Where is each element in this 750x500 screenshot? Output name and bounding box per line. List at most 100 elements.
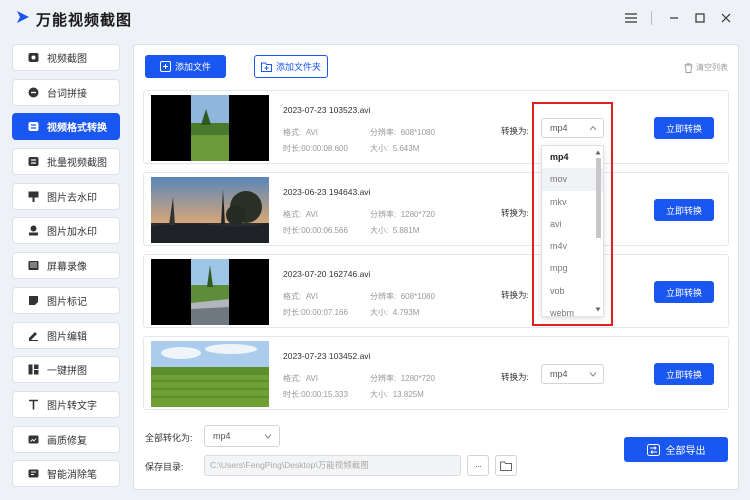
eraser-icon (27, 468, 39, 480)
sidebar-item-label: 批量视频截图 (47, 158, 107, 170)
convert-icon (27, 121, 39, 133)
ocr-icon (27, 398, 39, 410)
window-controls (617, 9, 738, 27)
sidebar-item-label: 屏幕录像 (47, 262, 87, 274)
sidebar-item-collage[interactable]: 一键拼图 (12, 356, 120, 384)
export-all-button[interactable]: 全部导出 (624, 437, 728, 462)
export-icon (646, 443, 660, 456)
sidebar-item-video-screenshot[interactable]: 视频截图 (12, 44, 120, 71)
convert-now-button[interactable]: 立即转换 (654, 199, 714, 221)
sidebar-item-label: 视频截图 (47, 54, 87, 65)
sidebar-item-label: 台词拼接 (47, 88, 87, 100)
convert-now-button[interactable]: 立即转换 (654, 363, 714, 385)
more-label: ··· (475, 460, 482, 471)
add-folder-icon (260, 62, 272, 72)
file-name: 2023-06-23 194643.avi (283, 187, 371, 197)
browse-path-button[interactable]: ··· (467, 455, 489, 476)
sidebar-item-screen-record[interactable]: 屏幕录像 (12, 252, 120, 280)
edit-icon (27, 329, 39, 341)
add-folder-button[interactable]: 添加文件夹 (254, 55, 328, 78)
sidebar-item-ocr[interactable]: 图片转文字 (12, 390, 120, 418)
close-icon[interactable] (714, 9, 738, 27)
subtitle-icon (27, 86, 39, 98)
sidebar-item-label: 图片加水印 (47, 227, 97, 239)
resolution-info: 分辨率: 1280*720 (370, 210, 435, 219)
sidebar-item-label: 画质修复 (47, 435, 87, 447)
menu-icon[interactable] (619, 9, 643, 27)
convert-to-label: 转换为: (501, 372, 529, 382)
sidebar-item-quality-repair[interactable]: 画质修复 (12, 425, 120, 453)
chevron-down-icon (589, 372, 597, 377)
file-name: 2023-07-20 162746.avi (283, 269, 371, 279)
app-logo-icon (17, 11, 29, 23)
add-file-icon (159, 61, 171, 72)
add-file-label: 添加文件 (174, 62, 211, 72)
convert-all-value: mp4 (213, 431, 231, 441)
collage-icon (27, 364, 39, 376)
sidebar-item-label: 图片标记 (47, 296, 87, 308)
size-info: 大小: 5.881M (370, 226, 420, 235)
remove-watermark-icon (27, 190, 39, 202)
main-panel: 添加文件 添加文件夹 清空列表 2023-07-23 103523.avi 格式… (133, 44, 739, 490)
format-select[interactable]: mp4 (541, 364, 604, 384)
video-thumbnail (151, 259, 269, 325)
format-info: 格式: AVI (283, 292, 318, 301)
clear-list-button[interactable]: 清空列表 (684, 62, 728, 73)
format-info: 格式: AVI (283, 210, 318, 219)
open-folder-button[interactable] (495, 455, 517, 476)
file-row: 2023-07-23 103452.avi 格式: AVI 分辨率: 1280*… (143, 336, 729, 410)
clear-list-label: 清空列表 (696, 63, 728, 72)
sidebar-item-image-edit[interactable]: 图片编辑 (12, 321, 120, 349)
batch-icon (27, 156, 39, 168)
sidebar-item-image-mark[interactable]: 图片标记 (12, 286, 120, 314)
duration-info: 时长:00:00:07.166 (283, 308, 348, 317)
video-thumbnail (151, 341, 269, 407)
sidebar-item-add-watermark[interactable]: 图片加水印 (12, 217, 120, 245)
sidebar-item-remove-watermark[interactable]: 图片去水印 (12, 182, 120, 210)
sidebar-item-smart-eraser[interactable]: 智能消除笔 (12, 460, 120, 488)
sidebar-item-label: 视频格式转换 (47, 123, 107, 135)
add-watermark-icon (27, 225, 39, 237)
sidebar-item-subtitle-join[interactable]: 台词拼接 (12, 78, 120, 106)
duration-info: 时长:00:00:06.566 (283, 226, 348, 235)
size-info: 大小: 5.643M (370, 144, 420, 153)
file-name: 2023-07-23 103452.avi (283, 351, 371, 361)
sidebar-item-label: 图片编辑 (47, 331, 87, 343)
add-folder-label: 添加文件夹 (275, 62, 321, 72)
screen-record-icon (27, 260, 39, 272)
format-info: 格式: AVI (283, 374, 318, 383)
video-icon (27, 52, 39, 64)
convert-now-button[interactable]: 立即转换 (654, 281, 714, 303)
mark-icon (27, 294, 39, 306)
file-name: 2023-07-23 103523.avi (283, 105, 371, 115)
sidebar-item-label: 一键拼图 (47, 366, 87, 378)
trash-icon (684, 62, 693, 73)
sidebar-item-format-convert[interactable]: 视频格式转换 (12, 113, 120, 141)
format-info: 格式: AVI (283, 128, 318, 137)
sidebar-item-batch-screenshot[interactable]: 批量视频截图 (12, 148, 120, 176)
highlight-annotation (532, 102, 613, 326)
export-all-label: 全部导出 (665, 446, 706, 457)
convert-all-select[interactable]: mp4 (204, 425, 280, 447)
sidebar-item-label: 智能消除笔 (47, 470, 97, 482)
divider (651, 11, 652, 25)
minimize-icon[interactable] (662, 9, 686, 27)
resolution-info: 分辨率: 1280*720 (370, 374, 435, 383)
size-info: 大小: 4.793M (370, 308, 420, 317)
convert-all-label: 全部转化为: (145, 433, 193, 443)
save-path-input[interactable]: C:\Users\FengPing\Desktop\万能视频截图 (204, 455, 461, 476)
file-row: 2023-07-23 103523.avi 格式: AVI 分辨率: 608*1… (143, 90, 729, 164)
repair-icon (27, 433, 39, 445)
convert-to-label: 转换为: (501, 208, 529, 218)
sidebar-item-label: 图片转文字 (47, 400, 97, 412)
duration-info: 时长:00:00:15.333 (283, 390, 348, 399)
convert-to-label: 转换为: (501, 290, 529, 300)
resolution-info: 分辨率: 608*1080 (370, 128, 435, 137)
add-file-button[interactable]: 添加文件 (145, 55, 226, 78)
sidebar: 视频截图 台词拼接 视频格式转换 批量视频截图 图片去水印 图片加水印 屏幕录像… (12, 44, 122, 495)
folder-icon (500, 461, 512, 471)
video-thumbnail (151, 177, 269, 243)
maximize-icon[interactable] (688, 9, 712, 27)
chevron-down-icon (264, 434, 272, 439)
convert-now-button[interactable]: 立即转换 (654, 117, 714, 139)
